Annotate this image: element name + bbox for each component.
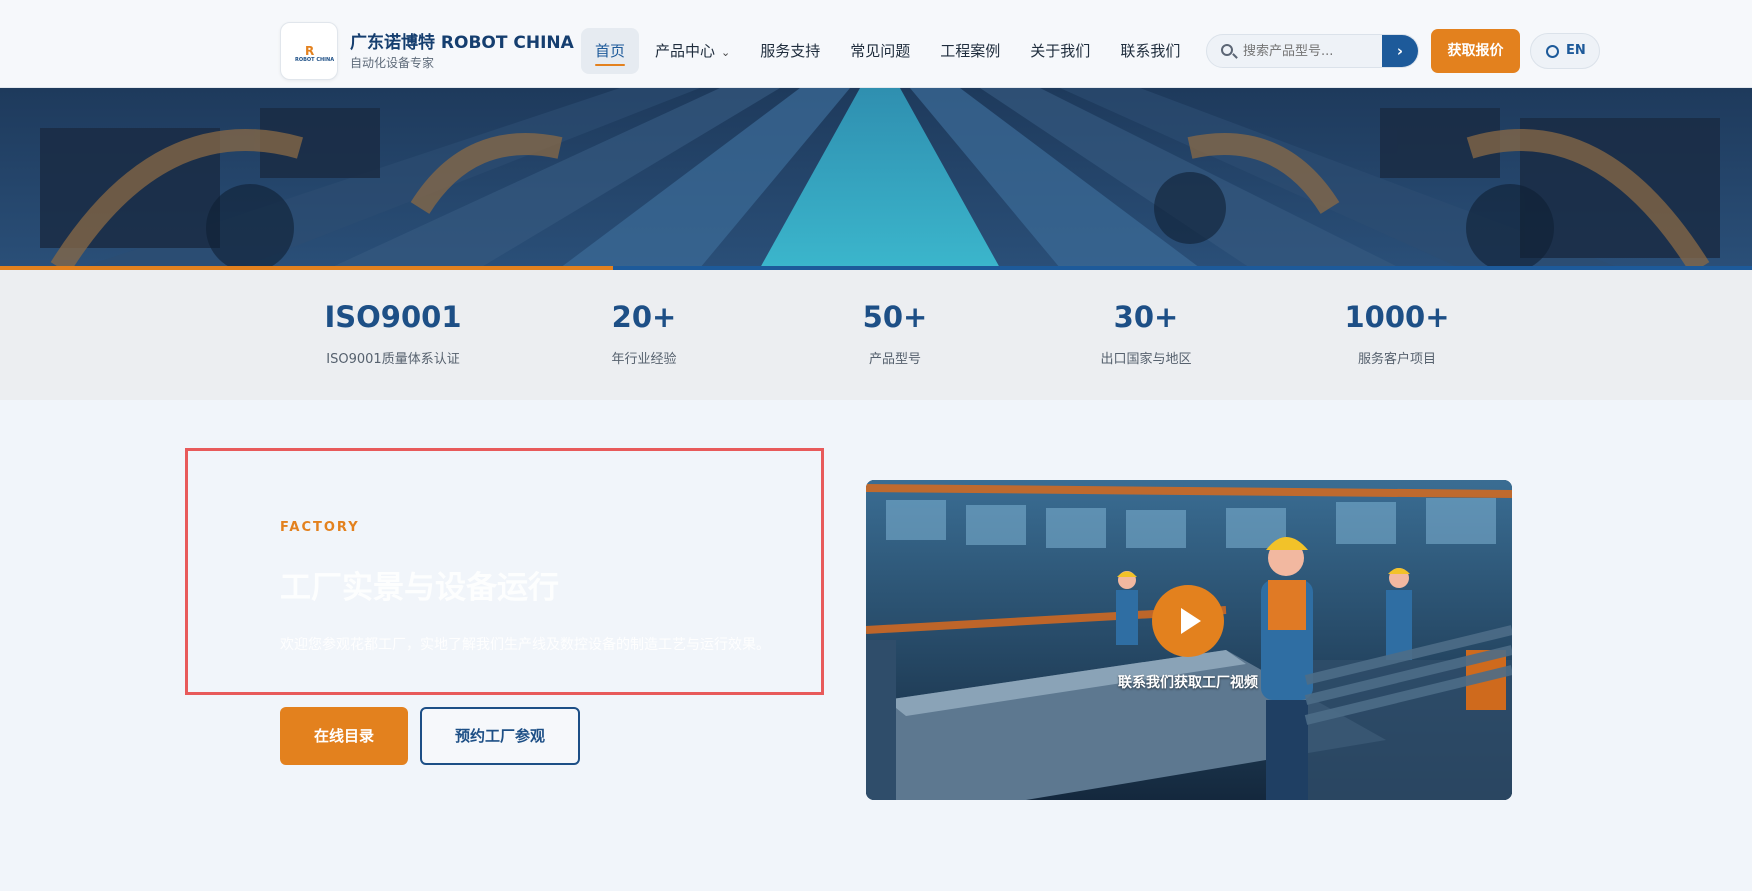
chevron-down-icon: ⌄ <box>721 46 731 59</box>
logo-subtext: ROBOT CHINA <box>295 57 335 63</box>
search-input[interactable] <box>1243 35 1383 67</box>
stat-item: 50+ 产品型号 <box>775 300 1015 367</box>
get-quote-button[interactable]: 获取报价 <box>1431 29 1520 73</box>
stat-label: 年行业经验 <box>611 352 677 367</box>
stat-label: 出口国家与地区 <box>1100 352 1192 367</box>
nav-item-contact[interactable]: 联系我们 <box>1106 28 1194 74</box>
stat-item: 30+ 出口国家与地区 <box>1026 300 1266 367</box>
stat-value: 1000+ <box>1344 300 1450 334</box>
brand-logo[interactable]: R ROBOT CHINA <box>280 22 338 80</box>
play-button[interactable] <box>1152 585 1224 657</box>
online-catalog-button[interactable]: 在线目录 <box>280 707 408 765</box>
nav-item-label: 工程案例 <box>940 42 1001 60</box>
stat-label: ISO9001质量体系认证 <box>326 352 460 367</box>
nav-item-faq[interactable]: 常见问题 <box>836 28 924 74</box>
brand-subtitle: 自动化设备专家 <box>350 56 435 70</box>
main-nav: 首页 产品中心 ⌄ 服务支持 常见问题 工程案例 关于我们 联系我们 <box>581 28 1196 74</box>
nav-item-label: 联系我们 <box>1120 42 1181 60</box>
stat-item: 1000+ 服务客户项目 <box>1277 300 1517 367</box>
brand-title[interactable]: 广东诺博特 ROBOT CHINA <box>350 28 574 53</box>
nav-item-label: 产品中心 <box>655 42 716 60</box>
book-factory-visit-button[interactable]: 预约工厂参观 <box>420 707 580 765</box>
nav-item-label: 服务支持 <box>760 42 821 60</box>
stat-value: 50+ <box>862 300 928 334</box>
factory-conveyor-illustration <box>0 88 1752 268</box>
search-submit-button[interactable]: › <box>1382 35 1418 67</box>
stat-value: ISO9001 <box>324 300 462 334</box>
stat-item: ISO9001 ISO9001质量体系认证 <box>273 300 513 367</box>
nav-item-label: 常见问题 <box>850 42 911 60</box>
globe-icon <box>1546 45 1559 58</box>
nav-item-products[interactable]: 产品中心 ⌄ <box>641 28 744 74</box>
section-kicker: FACTORY <box>280 520 360 535</box>
stat-label: 产品型号 <box>868 352 921 367</box>
video-caption: 联系我们获取工厂视频 <box>1118 675 1258 691</box>
hero-banner-image <box>0 88 1752 268</box>
nav-item-service[interactable]: 服务支持 <box>746 28 834 74</box>
nav-item-label: 首页 <box>595 42 626 60</box>
stat-value: 20+ <box>611 300 677 334</box>
section-description: 欢迎您参观花都工厂，实地了解我们生产线及数控设备的制造工艺与运行效果。 <box>280 637 770 653</box>
search-icon <box>1221 44 1233 56</box>
nav-item-label: 关于我们 <box>1030 42 1091 60</box>
site-header: R ROBOT CHINA 广东诺博特 ROBOT CHINA 自动化设备专家 … <box>0 0 1752 88</box>
nav-item-cases[interactable]: 工程案例 <box>926 28 1014 74</box>
stat-item: 20+ 年行业经验 <box>524 300 764 367</box>
chevron-right-icon: › <box>1396 42 1404 60</box>
language-switch-button[interactable]: EN <box>1530 33 1600 69</box>
stat-value: 30+ <box>1113 300 1179 334</box>
nav-item-home[interactable]: 首页 <box>581 28 640 74</box>
nav-item-about[interactable]: 关于我们 <box>1016 28 1104 74</box>
stat-label: 服务客户项目 <box>1357 352 1436 367</box>
logo-letter: R <box>305 44 315 58</box>
section-title: 工厂实景与设备运行 <box>280 570 559 606</box>
language-label: EN <box>1566 43 1586 58</box>
search-bar: › <box>1206 34 1419 68</box>
